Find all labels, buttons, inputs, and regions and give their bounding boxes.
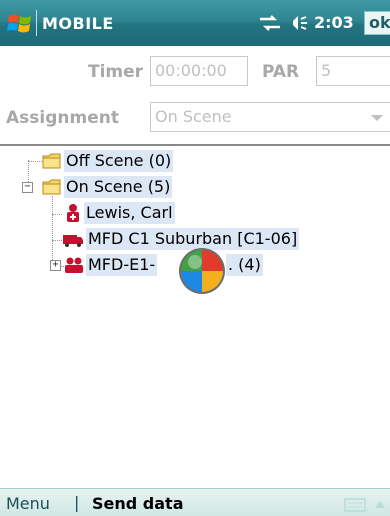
keyboard-icon[interactable] bbox=[344, 498, 366, 512]
par-field[interactable]: 5 bbox=[316, 56, 390, 86]
tree-node-label: Lewis, Carl bbox=[84, 202, 175, 224]
assignment-select[interactable]: On Scene bbox=[150, 102, 390, 132]
folder-icon bbox=[42, 153, 61, 169]
tree-node-label: MFD-E1- bbox=[86, 254, 158, 276]
soft-key-bar: Menu | Send data bbox=[0, 488, 390, 516]
par-label: PAR bbox=[262, 62, 300, 82]
vehicle-icon bbox=[63, 235, 83, 247]
send-data-softkey[interactable]: Send data bbox=[92, 494, 183, 513]
softkey-separator: | bbox=[74, 493, 80, 512]
tree-view[interactable]: Off Scene (0) − On Scene (5) Lewis, Carl… bbox=[0, 144, 390, 488]
tree-node-off-scene[interactable]: Off Scene (0) bbox=[0, 150, 390, 174]
assignment-value: On Scene bbox=[155, 107, 232, 126]
chevron-down-icon[interactable] bbox=[371, 115, 383, 121]
timer-field[interactable]: 00:00:00 bbox=[150, 56, 248, 86]
app-title: MOBILE bbox=[42, 14, 114, 33]
clock[interactable]: 2:03 bbox=[314, 13, 354, 32]
network-sync-icon[interactable] bbox=[258, 14, 282, 32]
tree-node-label: Off Scene (0) bbox=[64, 150, 174, 172]
busy-spinner-icon bbox=[179, 248, 225, 294]
windows-flag-icon[interactable] bbox=[6, 10, 34, 38]
timer-label: Timer bbox=[88, 62, 144, 82]
folder-icon bbox=[42, 179, 61, 195]
assignment-label: Assignment bbox=[6, 108, 119, 128]
menu-softkey[interactable]: Menu bbox=[6, 494, 50, 513]
title-separator bbox=[36, 10, 37, 36]
ok-button[interactable]: ok bbox=[364, 11, 390, 35]
expand-icon[interactable]: + bbox=[50, 260, 61, 271]
chevron-up-icon[interactable] bbox=[374, 499, 386, 509]
person-icon bbox=[67, 204, 79, 222]
form-area: Timer 00:00:00 PAR 5 Assignment On Scene bbox=[0, 46, 390, 144]
title-bar: MOBILE 2:03 ok bbox=[0, 0, 390, 46]
tree-node-person[interactable]: Lewis, Carl bbox=[0, 202, 390, 226]
volume-icon[interactable] bbox=[288, 13, 310, 33]
collapse-icon[interactable]: − bbox=[22, 182, 33, 193]
crew-icon bbox=[65, 257, 83, 273]
tree-node-label: On Scene (5) bbox=[64, 176, 173, 198]
tree-node-on-scene[interactable]: − On Scene (5) bbox=[0, 176, 390, 200]
tree-node-label-tail: . (4) bbox=[226, 254, 263, 276]
